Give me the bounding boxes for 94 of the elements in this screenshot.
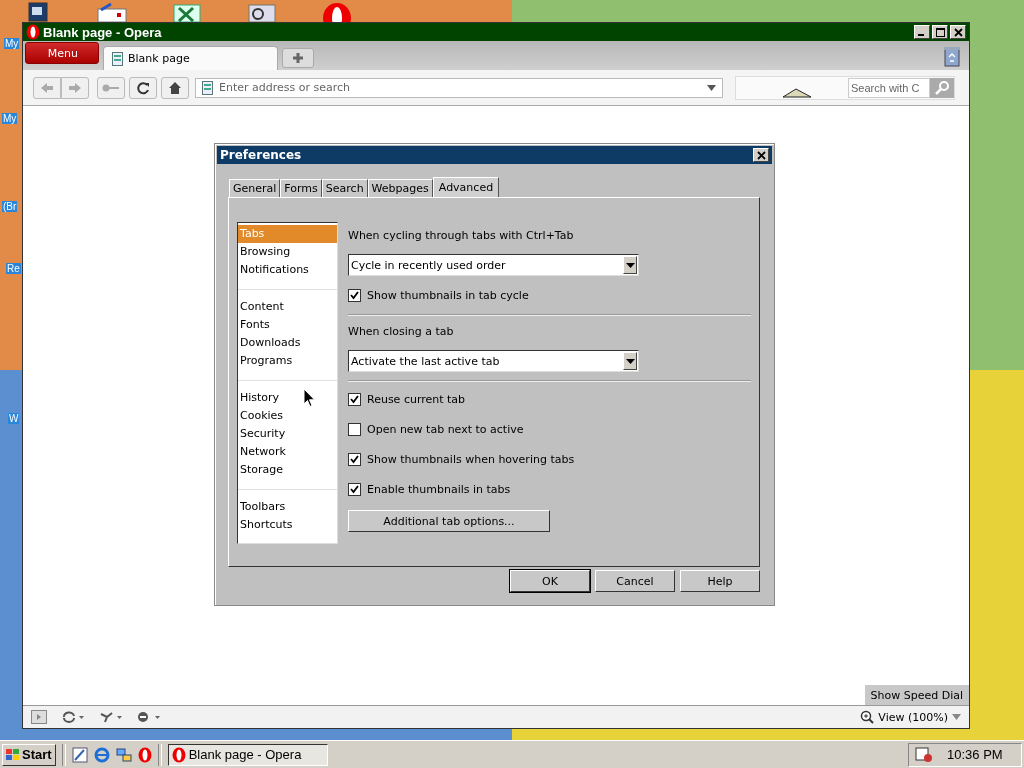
category-item[interactable]: Fonts	[238, 316, 337, 334]
block-icon[interactable]	[137, 711, 161, 723]
dialog-tab[interactable]: General	[229, 179, 281, 197]
checkbox-label: Open new tab next to active	[367, 422, 524, 436]
plus-icon	[292, 52, 304, 64]
checkbox[interactable]	[348, 452, 361, 466]
pencil-icon[interactable]	[71, 746, 88, 763]
dropdown-arrow-icon[interactable]	[707, 84, 716, 91]
address-field[interactable]: Enter address or search	[195, 77, 723, 98]
windows-flag-icon	[6, 748, 20, 761]
window-title: Blank page - Opera	[43, 24, 162, 40]
reload-icon	[136, 80, 150, 95]
dialog-title: Preferences	[220, 148, 302, 162]
dropdown[interactable]: Activate the last active tab	[348, 350, 639, 372]
home-button[interactable]	[161, 76, 189, 99]
close-button[interactable]	[950, 25, 966, 39]
search-field[interactable]: Search with C	[848, 77, 930, 98]
dialog-tab[interactable]: Forms	[280, 179, 322, 197]
key-icon	[102, 82, 120, 93]
panel-toggle-icon[interactable]	[31, 710, 47, 724]
checkbox-label: Show thumbnails in tab cycle	[367, 288, 529, 302]
sync-icon[interactable]	[61, 711, 85, 723]
desktop-icon-label[interactable]: (Br	[2, 201, 18, 212]
dialog-button[interactable]: Help	[680, 570, 760, 592]
checkbox-label: Reuse current tab	[367, 392, 466, 406]
checkbox[interactable]	[348, 422, 361, 436]
home-icon	[168, 80, 182, 95]
category-item[interactable]: Toolbars	[238, 498, 337, 516]
envelope-icon[interactable]	[95, 2, 129, 22]
dropdown-arrow-icon	[625, 358, 635, 364]
desktop-icon-label[interactable]: My	[2, 113, 18, 124]
browser-e-icon[interactable]	[93, 746, 110, 763]
dialog-tab[interactable]: Webpages	[367, 179, 433, 197]
checkbox[interactable]	[348, 392, 361, 406]
category-item[interactable]: Notifications	[238, 261, 337, 279]
network-icon[interactable]	[115, 746, 132, 763]
tab-label: Blank page	[128, 52, 190, 65]
checkbox[interactable]	[348, 482, 361, 496]
schedule-icon[interactable]	[915, 746, 933, 763]
spreadsheet-icon[interactable]	[173, 2, 201, 22]
maximize-icon	[935, 27, 945, 37]
page-icon	[202, 80, 213, 95]
category-item[interactable]: Shortcuts	[238, 516, 337, 534]
close-icon	[953, 27, 963, 37]
clock: 10:36 PM	[947, 747, 1003, 762]
network-icon[interactable]	[99, 711, 123, 723]
zoom-icon[interactable]	[860, 710, 875, 724]
page-icon	[112, 51, 123, 66]
dropdown-arrow-icon[interactable]	[952, 714, 961, 720]
browser-tab[interactable]: Blank page	[103, 46, 278, 70]
category-item[interactable]: Programs	[238, 352, 337, 370]
dialog-button[interactable]: OK	[510, 570, 590, 592]
opera-logo-icon	[26, 24, 40, 40]
category-item[interactable]: Storage	[238, 461, 337, 479]
opera-logo-icon	[171, 746, 186, 763]
maximize-button[interactable]	[932, 25, 948, 39]
desktop-icon-label[interactable]: W	[8, 413, 20, 424]
dialog-tab[interactable]: Search	[321, 179, 368, 197]
forward-arrow-icon	[68, 81, 82, 94]
taskbar-button[interactable]: Blank page - Opera	[167, 743, 328, 766]
dropdown[interactable]: Cycle in recently used order	[348, 254, 639, 276]
speed-dial-button[interactable]: Show Speed Dial	[864, 685, 969, 705]
dialog-button[interactable]: Cancel	[595, 570, 675, 592]
minimize-button[interactable]	[914, 25, 930, 39]
checkbox-label: Enable thumbnails in tabs	[367, 482, 511, 496]
dialog-tab[interactable]: Advanced	[432, 177, 500, 197]
search-icon	[935, 80, 949, 95]
checkbox[interactable]	[348, 288, 361, 302]
checkbox-label: Show thumbnails when hovering tabs	[367, 452, 575, 466]
desktop-icon-label[interactable]: Re	[6, 263, 21, 274]
close-button[interactable]	[753, 148, 769, 162]
reload-button[interactable]	[129, 76, 157, 99]
category-item[interactable]: Browsing	[238, 243, 337, 261]
mouse-cursor-icon	[303, 388, 316, 408]
category-item[interactable]: Cookies	[238, 407, 337, 425]
category-item[interactable]: History	[238, 389, 337, 407]
start-button[interactable]: Start	[2, 743, 56, 766]
menu-button[interactable]: Menu	[25, 42, 99, 64]
section-heading: When cycling through tabs with Ctrl+Tab	[348, 228, 575, 244]
category-item[interactable]: Security	[238, 425, 337, 443]
zoom-button[interactable]: View (100%)	[878, 710, 948, 724]
monitor-icon[interactable]	[28, 2, 48, 22]
back-arrow-icon	[40, 81, 54, 94]
additional-options-button[interactable]: Additional tab options...	[348, 510, 550, 532]
close-icon	[756, 150, 766, 160]
desktop-icon-label[interactable]: My	[4, 38, 20, 49]
category-item[interactable]: Content	[238, 298, 337, 316]
dropdown-arrow-icon	[625, 262, 635, 268]
category-item[interactable]: Network	[238, 443, 337, 461]
clock-icon[interactable]	[248, 2, 276, 22]
section-heading: When closing a tab	[348, 324, 455, 340]
new-tab-button[interactable]	[282, 48, 314, 68]
category-item[interactable]: Downloads	[238, 334, 337, 352]
address-field[interactable]: Enter address or search	[219, 81, 701, 94]
